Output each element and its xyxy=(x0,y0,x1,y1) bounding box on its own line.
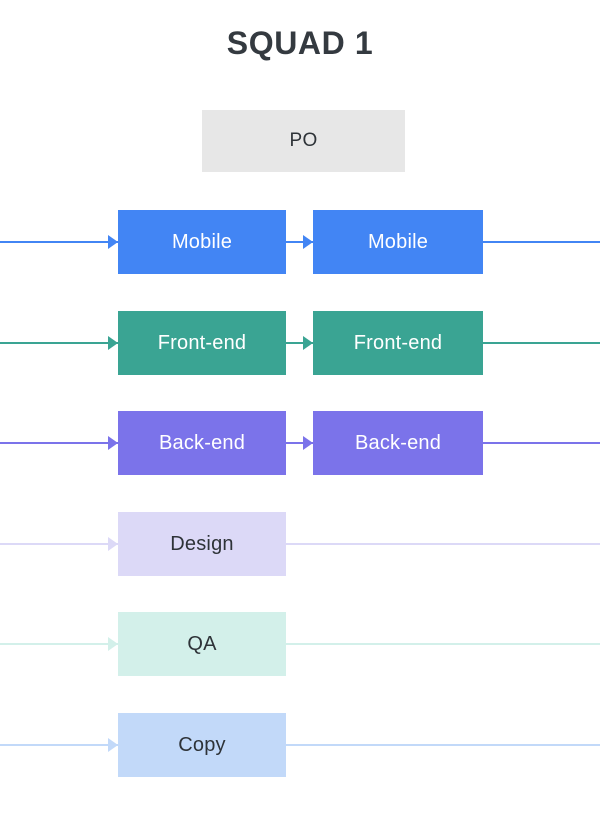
node-po-label: PO xyxy=(289,130,318,151)
node-front-end-1[interactable]: Front-end xyxy=(118,311,286,375)
page-title: SQUAD 1 xyxy=(226,25,374,61)
node-back-end-1-label: Back-end xyxy=(158,431,246,454)
arrow-head-icon xyxy=(108,235,118,249)
arrow-head-icon xyxy=(303,336,313,350)
connector-line-in-design xyxy=(0,543,120,545)
node-mobile-1[interactable]: Mobile xyxy=(118,210,286,274)
node-front-end-2-label: Front-end xyxy=(353,331,443,354)
arrow-head-icon xyxy=(108,336,118,350)
squad-flow-diagram: SQUAD 1 PO Mobile Mobile Front-end Front… xyxy=(0,0,600,823)
connector-line-out-copy xyxy=(285,744,600,746)
connector-line-out-design xyxy=(285,543,600,545)
node-mobile-2-label: Mobile xyxy=(367,230,429,253)
flow-row-qa: QA xyxy=(0,612,600,676)
connector-line-in-mobile xyxy=(0,241,120,243)
flow-row-back-end: Back-end Back-end xyxy=(0,411,600,475)
connector-line-in-qa xyxy=(0,643,120,645)
node-copy-label: Copy xyxy=(178,733,226,756)
connector-line-out-back-end xyxy=(481,442,600,444)
connector-line-in-front-end xyxy=(0,342,120,344)
node-back-end-1[interactable]: Back-end xyxy=(118,411,286,475)
arrow-head-icon xyxy=(108,436,118,450)
node-qa[interactable]: QA xyxy=(118,612,286,676)
node-mobile-1-label: Mobile xyxy=(171,230,233,253)
node-po[interactable]: PO xyxy=(202,110,405,172)
connector-line-out-mobile xyxy=(481,241,600,243)
node-qa-label: QA xyxy=(187,632,217,655)
arrow-head-icon xyxy=(108,537,118,551)
connector-line-out-qa xyxy=(285,643,600,645)
node-front-end-2[interactable]: Front-end xyxy=(313,311,483,375)
node-design[interactable]: Design xyxy=(118,512,286,576)
flow-row-copy: Copy xyxy=(0,713,600,777)
node-design-label: Design xyxy=(170,532,234,555)
connector-line-out-front-end xyxy=(481,342,600,344)
flow-row-front-end: Front-end Front-end xyxy=(0,311,600,375)
flow-row-mobile: Mobile Mobile xyxy=(0,210,600,274)
connector-line-in-back-end xyxy=(0,442,120,444)
connector-line-in-copy xyxy=(0,744,120,746)
arrow-head-icon xyxy=(303,436,313,450)
arrow-head-icon xyxy=(303,235,313,249)
arrow-head-icon xyxy=(108,637,118,651)
node-copy[interactable]: Copy xyxy=(118,713,286,777)
node-back-end-2-label: Back-end xyxy=(354,431,442,454)
flow-row-design: Design xyxy=(0,512,600,576)
arrow-head-icon xyxy=(108,738,118,752)
node-mobile-2[interactable]: Mobile xyxy=(313,210,483,274)
node-front-end-1-label: Front-end xyxy=(157,331,247,354)
node-back-end-2[interactable]: Back-end xyxy=(313,411,483,475)
